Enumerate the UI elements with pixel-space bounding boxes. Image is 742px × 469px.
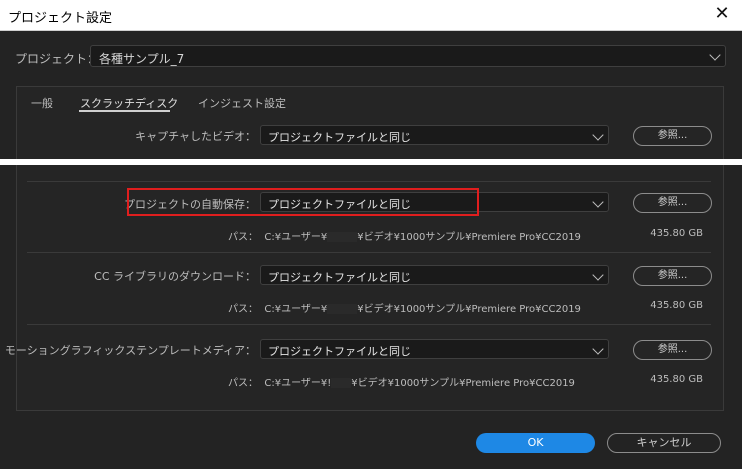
divider <box>27 181 711 182</box>
project-select-value: 各種サンプル_7 <box>99 52 185 66</box>
chevron-down-icon <box>592 343 604 355</box>
captured-video-value: プロジェクトファイルと同じ <box>268 131 411 144</box>
path-prefix: C:¥ユーザー¥! <box>264 378 332 389</box>
motion-graphics-label: モーショングラフィックステンプレートメディア： <box>4 344 256 357</box>
cc-library-browse-button[interactable]: 参照... <box>633 266 712 286</box>
redacted-username <box>331 378 352 388</box>
tab-general[interactable]: 一般 <box>31 95 53 111</box>
divider <box>27 252 711 253</box>
auto-save-browse-button[interactable]: 参照... <box>633 193 712 213</box>
motion-graphics-browse-button[interactable]: 参照... <box>633 340 712 360</box>
auto-save-free-space: 435.80 GB <box>650 228 703 239</box>
redacted-username <box>327 232 358 242</box>
ok-button[interactable]: OK <box>476 433 595 453</box>
chevron-down-icon <box>592 129 604 141</box>
path-suffix: ¥ビデオ¥1000サンプル¥Premiere Pro¥CC2019 <box>351 378 575 389</box>
motion-graphics-path: パス： C:¥ユーザー¥! ¥ビデオ¥1000サンプル¥Premiere Pro¥… <box>228 374 575 389</box>
red-highlight-box <box>127 188 479 216</box>
chevron-down-icon <box>592 269 604 281</box>
cc-library-select[interactable]: プロジェクトファイルと同じ <box>260 265 609 285</box>
tab-ingest-settings[interactable]: インジェスト設定 <box>198 95 286 111</box>
path-suffix: ¥ビデオ¥1000サンプル¥Premiere Pro¥CC2019 <box>357 304 581 315</box>
captured-video-browse-button[interactable]: 参照... <box>633 126 712 146</box>
cc-library-label: CC ライブラリのダウンロード： <box>94 270 256 283</box>
captured-video-select[interactable]: プロジェクトファイルと同じ <box>260 125 609 145</box>
motion-graphics-value: プロジェクトファイルと同じ <box>268 345 411 358</box>
tab-scratch-disks[interactable]: スクラッチディスク <box>80 95 178 111</box>
divider <box>27 324 711 325</box>
path-label: パス： <box>228 232 258 243</box>
cc-library-path: パス： C:¥ユーザー¥ ¥ビデオ¥1000サンプル¥Premiere Pro¥C… <box>228 300 581 315</box>
project-label: プロジェクト： <box>15 52 100 66</box>
path-label: パス： <box>228 378 258 389</box>
chevron-down-icon <box>709 49 721 61</box>
close-icon[interactable]: ✕ <box>712 4 732 24</box>
redacted-username <box>327 304 358 314</box>
cc-library-value: プロジェクトファイルと同じ <box>268 271 411 284</box>
motion-graphics-select[interactable]: プロジェクトファイルと同じ <box>260 339 609 359</box>
path-label: パス： <box>228 304 258 315</box>
captured-video-label: キャプチャしたビデオ： <box>135 130 256 143</box>
motion-graphics-free-space: 435.80 GB <box>650 374 703 385</box>
path-prefix: C:¥ユーザー¥ <box>264 232 328 243</box>
path-suffix: ¥ビデオ¥1000サンプル¥Premiere Pro¥CC2019 <box>357 232 581 243</box>
active-tab-indicator <box>79 110 170 112</box>
window-title: プロジェクト設定 <box>8 11 113 26</box>
project-select[interactable]: 各種サンプル_7 <box>90 45 726 67</box>
title-bar: プロジェクト設定 ✕ <box>0 0 742 31</box>
path-prefix: C:¥ユーザー¥ <box>264 304 328 315</box>
auto-save-path: パス： C:¥ユーザー¥ ¥ビデオ¥1000サンプル¥Premiere Pro¥C… <box>228 228 581 243</box>
chevron-down-icon <box>592 196 604 208</box>
cancel-button[interactable]: キャンセル <box>607 433 721 453</box>
cc-library-free-space: 435.80 GB <box>650 300 703 311</box>
